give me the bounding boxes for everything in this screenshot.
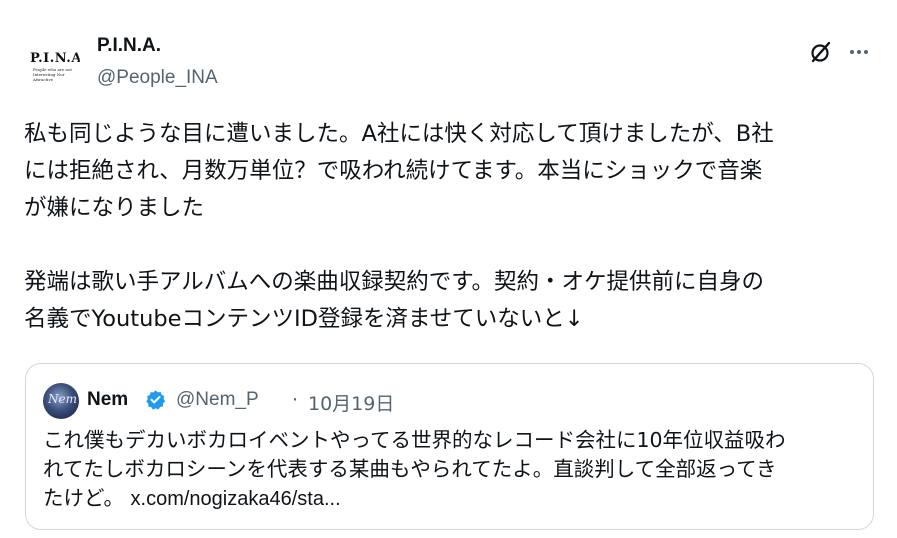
quoted-text-line: これ僕もデカいボカロイベントやってる世界的なレコード会社に10年位収益吸わ <box>43 428 786 452</box>
separator-dot: · <box>292 389 299 411</box>
more-icon[interactable] <box>846 39 872 65</box>
quoted-text: たけど。 <box>43 486 124 510</box>
tweet-header: P.I.N.A. People who are not Interesting … <box>24 30 874 100</box>
quoted-link[interactable]: x.com/nogizaka46/sta... <box>131 488 341 510</box>
verified-badge-icon <box>145 389 166 410</box>
quoted-body: これ僕もデカいボカロイベントやってる世界的なレコード会社に10年位収益吸わ れて… <box>43 426 863 514</box>
tweet-body: 私も同じような目に遭いました。A社には快く対応して頂けましたが、B社 には拒絶さ… <box>24 116 874 338</box>
quoted-handle[interactable]: @Nem_P <box>176 389 259 411</box>
quoted-date[interactable]: 10月19日 <box>308 389 394 416</box>
tweet-blank-line <box>24 227 874 264</box>
avatar-logo-subtext: People who are not Interesting Nor Attra… <box>33 67 72 82</box>
quoted-avatar-text: Nem <box>48 392 77 406</box>
author-handle[interactable]: @People_INA <box>97 67 218 89</box>
tweet-text-line: には拒絶され、月数万単位？で吸われ続けてます。本当にショックで音楽 <box>24 158 763 184</box>
quoted-text-line: れてたしボカロシーンを代表する某曲もやられてたよ。直談判して全部返ってき <box>43 457 777 481</box>
grok-icon[interactable] <box>808 39 834 65</box>
quoted-avatar[interactable]: Nem <box>43 383 79 419</box>
quoted-tweet-card[interactable]: Nem Nem @Nem_P · 10月19日 これ僕もデカいボカロイベントやっ… <box>25 363 874 530</box>
quoted-display-name[interactable]: Nem <box>87 389 128 411</box>
avatar[interactable]: P.I.N.A. People who are not Interesting … <box>24 36 80 92</box>
author-display-name[interactable]: P.I.N.A. <box>97 35 161 57</box>
quoted-text-line-last: たけど。 x.com/nogizaka46/sta... <box>43 484 863 514</box>
avatar-logo-text: P.I.N.A. <box>30 51 80 66</box>
tweet-text-line: 発端は歌い手アルバムへの楽曲収録契約です。契約・オケ提供前に自身の <box>24 269 765 295</box>
tweet-text-line: が嫌になりました <box>24 195 205 221</box>
tweet-text-line: 私も同じような目に遭いました。A社には快く対応して頂けましたが、B社 <box>24 121 774 147</box>
tweet-text-line: 名義でYoutubeコンテンツID登録を済ませていないと↓ <box>24 306 584 332</box>
